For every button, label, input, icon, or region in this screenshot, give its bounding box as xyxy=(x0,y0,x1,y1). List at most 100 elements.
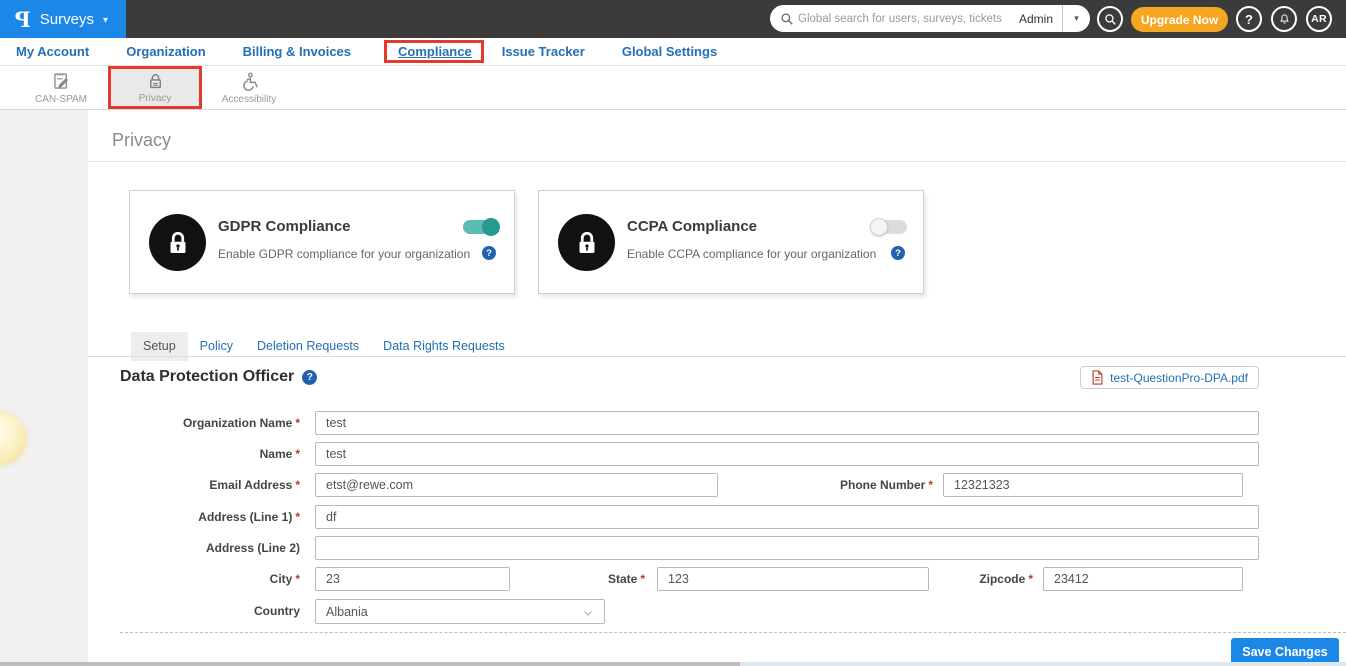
state-input[interactable] xyxy=(657,567,929,591)
lock-badge xyxy=(149,214,206,271)
phone-number-label: Phone Number* xyxy=(718,473,933,497)
section-header: Data Protection Officer ? xyxy=(120,368,317,386)
form-row: Country Albania xyxy=(88,599,605,624)
upgrade-now-button[interactable]: Upgrade Now xyxy=(1131,7,1228,32)
question-glyph: ? xyxy=(486,248,492,259)
search-input[interactable] xyxy=(794,13,1019,25)
toolbar-item-label: CAN-SPAM xyxy=(35,94,87,105)
document-edit-icon xyxy=(51,71,72,92)
nav-item-organization[interactable]: Organization xyxy=(120,44,211,59)
required-marker: * xyxy=(928,478,933,492)
nav-item-billing-invoices[interactable]: Billing & Invoices xyxy=(237,44,357,59)
help-icon[interactable]: ? xyxy=(302,370,317,385)
nav-item-my-account[interactable]: My Account xyxy=(10,44,95,59)
bell-icon xyxy=(1278,13,1291,26)
accessibility-icon xyxy=(239,71,260,92)
toolbar-item-can-spam[interactable]: CAN-SPAM xyxy=(14,66,108,109)
admin-nav: My Account Organization Billing & Invoic… xyxy=(0,38,1346,66)
zipcode-input[interactable] xyxy=(1043,567,1243,591)
required-marker: * xyxy=(295,572,300,586)
lock-icon xyxy=(146,72,165,91)
help-icon[interactable]: ? xyxy=(482,246,496,260)
user-avatar[interactable]: AR xyxy=(1306,6,1332,32)
required-marker: * xyxy=(295,510,300,524)
card-title: CCPA Compliance xyxy=(627,218,757,235)
pdf-file-icon xyxy=(1091,370,1104,385)
global-search: Admin ▾ xyxy=(770,5,1090,32)
section-title: Data Protection Officer xyxy=(120,368,294,386)
nav-item-global-settings[interactable]: Global Settings xyxy=(616,44,723,59)
chevron-down-icon: ▾ xyxy=(1074,13,1079,24)
address-line1-label: Address (Line 1)* xyxy=(88,505,300,529)
attachment-filename: test-QuestionPro-DPA.pdf xyxy=(1110,371,1248,385)
required-marker: * xyxy=(295,447,300,461)
notifications-button[interactable] xyxy=(1271,6,1297,32)
search-icon xyxy=(1104,13,1117,26)
gdpr-compliance-card: GDPR Compliance Enable GDPR compliance f… xyxy=(129,190,515,294)
card-title: GDPR Compliance xyxy=(218,218,351,235)
address-line1-input[interactable] xyxy=(315,505,1259,529)
help-button[interactable]: ? xyxy=(1236,6,1262,32)
city-input[interactable] xyxy=(315,567,510,591)
card-description: Enable GDPR compliance for your organiza… xyxy=(218,247,470,261)
form-row: Address (Line 1)* xyxy=(88,505,1259,529)
help-icon[interactable]: ? xyxy=(891,246,905,260)
name-input[interactable] xyxy=(315,442,1259,466)
scrollbar-thumb[interactable] xyxy=(0,662,740,666)
nav-item-issue-tracker[interactable]: Issue Tracker xyxy=(496,44,591,59)
form-row: Address (Line 2) xyxy=(88,536,1259,560)
nav-item-compliance[interactable]: Compliance xyxy=(392,44,478,59)
divider xyxy=(88,161,1346,162)
save-changes-button[interactable]: Save Changes xyxy=(1231,638,1339,665)
product-switcher[interactable]: P Surveys ▾ xyxy=(0,0,126,38)
question-glyph: ? xyxy=(307,372,313,383)
city-label: City* xyxy=(88,567,300,591)
nav-item-label: Compliance xyxy=(398,44,472,59)
zipcode-label: Zipcode* xyxy=(929,567,1033,591)
country-select[interactable]: Albania xyxy=(315,599,605,624)
divider xyxy=(88,356,1346,357)
search-scope-dropdown[interactable]: ▾ xyxy=(1063,5,1090,32)
ccpa-compliance-card: CCPA Compliance Enable CCPA compliance f… xyxy=(538,190,924,294)
organization-name-input[interactable] xyxy=(315,411,1259,435)
compliance-cards: GDPR Compliance Enable GDPR compliance f… xyxy=(129,190,924,294)
avatar-initials: AR xyxy=(1311,13,1327,25)
horizontal-scrollbar xyxy=(0,662,1346,666)
ccpa-toggle[interactable] xyxy=(872,220,907,234)
toolbar-item-label: Accessibility xyxy=(222,94,276,105)
quick-search-button[interactable] xyxy=(1097,6,1123,32)
form-row: City* State* Zipcode* xyxy=(88,567,1243,591)
address-line2-input[interactable] xyxy=(315,536,1259,560)
form-row: Organization Name* xyxy=(88,411,1259,435)
organization-name-label: Organization Name* xyxy=(88,411,300,435)
search-scope-label[interactable]: Admin xyxy=(1019,12,1062,26)
lock-badge xyxy=(558,214,615,271)
required-marker: * xyxy=(295,416,300,430)
question-icon: ? xyxy=(1245,12,1253,27)
toggle-knob xyxy=(482,218,500,236)
privacy-panel: Privacy GDPR Compliance Enable GDPR co xyxy=(88,110,1346,666)
questionpro-logo: P xyxy=(15,9,31,30)
admin-console: P Surveys ▾ Admin ▾ Upgrade Now ? xyxy=(0,0,1346,666)
form-row: Name* xyxy=(88,442,1259,466)
required-marker: * xyxy=(640,572,645,586)
gdpr-toggle[interactable] xyxy=(463,220,498,234)
form-row: Email Address* Phone Number* xyxy=(88,473,1243,497)
question-glyph: ? xyxy=(895,248,901,259)
country-label: Country xyxy=(88,599,300,624)
chevron-down-icon: ▾ xyxy=(103,15,108,26)
chevron-down-icon xyxy=(582,607,594,619)
phone-number-input[interactable] xyxy=(943,473,1243,497)
lock-icon xyxy=(163,228,193,258)
compliance-toolbar: CAN-SPAM Privacy Accessibility xyxy=(0,66,1346,110)
email-address-input[interactable] xyxy=(315,473,718,497)
dpa-pdf-attachment[interactable]: test-QuestionPro-DPA.pdf xyxy=(1080,366,1259,389)
toolbar-item-privacy[interactable]: Privacy xyxy=(108,66,202,109)
required-marker: * xyxy=(295,478,300,492)
toggle-knob xyxy=(870,218,888,236)
toolbar-item-accessibility[interactable]: Accessibility xyxy=(202,66,296,109)
address-line2-label: Address (Line 2) xyxy=(88,536,300,560)
required-marker: * xyxy=(1028,572,1033,586)
search-icon xyxy=(780,12,794,26)
page-title: Privacy xyxy=(112,130,171,151)
